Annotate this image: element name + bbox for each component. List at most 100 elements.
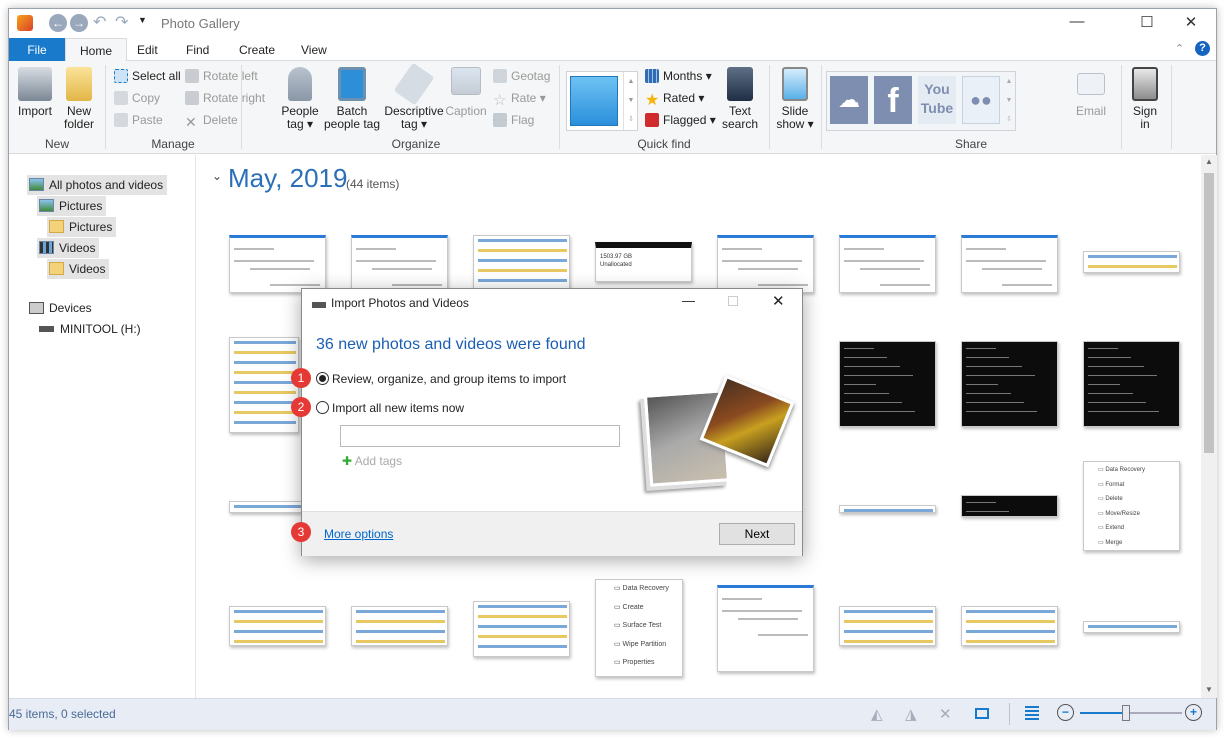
next-button[interactable]: Next bbox=[719, 523, 795, 545]
photo-thumbnail[interactable] bbox=[717, 235, 814, 293]
people-gallery[interactable]: ▲ ▼ ⇩ bbox=[566, 71, 638, 131]
people-tag-button[interactable]: People tag ▾ bbox=[277, 67, 323, 131]
tags-input[interactable] bbox=[340, 425, 620, 447]
scroll-down-icon[interactable]: ▼ bbox=[1205, 685, 1213, 694]
onedrive-icon[interactable]: ☁ bbox=[830, 76, 868, 124]
share-scroll[interactable]: ▲ ▼ ⇩ bbox=[1003, 72, 1015, 130]
tab-view[interactable]: View bbox=[287, 38, 341, 61]
rotate-left-button[interactable]: Rotate left bbox=[185, 67, 258, 87]
photo-thumbnail[interactable] bbox=[1083, 251, 1180, 273]
photo-thumbnail[interactable]: 1503.97 GB Unallocated bbox=[595, 242, 692, 282]
maximize-button[interactable]: ☐ bbox=[1127, 13, 1167, 35]
dialog-close-button[interactable]: ✕ bbox=[772, 292, 785, 310]
more-options-link[interactable]: More options bbox=[324, 527, 393, 541]
photo-thumbnail[interactable] bbox=[229, 337, 299, 433]
help-icon[interactable]: ? bbox=[1195, 41, 1210, 56]
photo-thumbnail[interactable] bbox=[229, 606, 326, 646]
rotate-left-icon[interactable]: ◭ bbox=[871, 705, 883, 723]
delete-button[interactable]: ✕ Delete bbox=[185, 111, 238, 131]
descriptive-tag-button[interactable]: Descriptive tag ▾ bbox=[383, 62, 445, 131]
photo-thumbnail[interactable] bbox=[839, 606, 936, 646]
redo-icon[interactable]: ↷ bbox=[115, 12, 128, 32]
photo-thumbnail[interactable]: ▭ Data Recovery ▭ Create ▭ Surface Test ▭ W… bbox=[595, 579, 683, 677]
sidebar-devices[interactable]: Devices bbox=[29, 301, 92, 315]
forward-icon[interactable]: → bbox=[70, 14, 88, 32]
tab-file[interactable]: File bbox=[9, 38, 65, 61]
flagged-button[interactable]: Flagged ▾ bbox=[645, 111, 716, 131]
sidebar-item-pictures[interactable]: Pictures bbox=[37, 196, 107, 216]
photo-thumbnail[interactable] bbox=[839, 505, 936, 513]
months-button[interactable]: Months ▾ bbox=[645, 67, 712, 87]
photo-thumbnail[interactable] bbox=[473, 235, 570, 293]
slide-show-button[interactable]: Slide show ▾ bbox=[773, 67, 817, 131]
photo-thumbnail[interactable]: ▭ Data Recovery ▭ Format ▭ Delete ▭ Move/Re… bbox=[1083, 461, 1180, 551]
sidebar-drive[interactable]: MINITOOL (H:) bbox=[39, 322, 141, 336]
zoom-out-icon[interactable]: − bbox=[1057, 704, 1074, 721]
flickr-icon[interactable]: ●● bbox=[962, 76, 1000, 124]
tab-edit[interactable]: Edit bbox=[123, 38, 172, 61]
rated-button[interactable]: ★ Rated ▾ bbox=[645, 89, 704, 109]
photo-thumbnail[interactable] bbox=[717, 585, 814, 672]
add-tags-button[interactable]: ✚ Add tags bbox=[342, 454, 402, 468]
dialog-minimize-button[interactable]: — bbox=[682, 293, 695, 308]
back-icon[interactable]: ← bbox=[49, 14, 67, 32]
details-view-icon[interactable] bbox=[1025, 706, 1039, 720]
geotag-button[interactable]: Geotag bbox=[493, 67, 550, 87]
sidebar-item-videos-folder[interactable]: Videos bbox=[47, 259, 110, 279]
slideshow-icon[interactable] bbox=[975, 708, 989, 719]
radio-review-organize[interactable]: Review, organize, and group items to imp… bbox=[316, 372, 566, 386]
thumbnail-bar bbox=[966, 630, 1055, 633]
caption-button[interactable]: Caption bbox=[445, 67, 487, 118]
scroll-up-icon[interactable]: ▲ bbox=[1205, 157, 1213, 166]
photo-thumbnail[interactable] bbox=[1083, 621, 1180, 633]
sign-in-button[interactable]: Sign in bbox=[1125, 67, 1165, 131]
sidebar-item-all-photos-and-videos[interactable]: All photos and videos bbox=[27, 175, 168, 195]
delete-icon[interactable]: ✕ bbox=[939, 705, 952, 723]
rotate-right-button[interactable]: Rotate right bbox=[185, 89, 265, 109]
new-folder-button[interactable]: New folder bbox=[59, 67, 99, 131]
photo-thumbnail[interactable] bbox=[473, 601, 570, 657]
customize-toolbar-icon[interactable]: ▼ bbox=[138, 15, 147, 25]
photo-thumbnail[interactable] bbox=[839, 341, 936, 427]
undo-icon[interactable]: ↶ bbox=[93, 12, 106, 32]
radio-import-all[interactable]: Import all new items now bbox=[316, 401, 464, 415]
tab-create[interactable]: Create bbox=[225, 38, 289, 61]
tab-find[interactable]: Find bbox=[172, 38, 223, 61]
rotate-right-icon[interactable]: ◮ bbox=[905, 705, 917, 723]
zoom-in-icon[interactable]: + bbox=[1185, 704, 1202, 721]
photo-thumbnail[interactable] bbox=[839, 235, 936, 293]
photo-thumbnail[interactable] bbox=[1083, 341, 1180, 427]
sidebar-item-pictures-folder[interactable]: Pictures bbox=[47, 217, 117, 237]
photo-thumbnail[interactable] bbox=[961, 235, 1058, 293]
select-all-button[interactable]: Select all bbox=[114, 67, 181, 87]
text-search-button[interactable]: Text search bbox=[719, 67, 761, 131]
photo-thumbnail[interactable] bbox=[229, 235, 326, 293]
batch-people-tag-button[interactable]: Batch people tag bbox=[323, 67, 381, 131]
email-button[interactable]: Email bbox=[1071, 67, 1111, 118]
zoom-slider[interactable] bbox=[1080, 705, 1182, 721]
photo-thumbnail[interactable] bbox=[351, 606, 448, 646]
title-bar: ← → ↶ ↷ ▼ Photo Gallery — ☐ ✕ bbox=[9, 9, 1216, 38]
minimize-button[interactable]: — bbox=[1057, 13, 1097, 35]
photo-thumbnail[interactable] bbox=[351, 235, 448, 293]
flag-button[interactable]: Flag bbox=[493, 111, 534, 131]
close-button[interactable]: ✕ bbox=[1171, 13, 1211, 35]
rate-button[interactable]: ☆ Rate ▾ bbox=[493, 89, 546, 109]
gallery-scroll[interactable]: ▲ ▼ ⇩ bbox=[623, 72, 638, 130]
copy-button[interactable]: Copy bbox=[114, 89, 160, 109]
photo-thumbnail[interactable] bbox=[961, 341, 1058, 427]
tab-home[interactable]: Home bbox=[65, 38, 128, 62]
dialog-maximize-button[interactable] bbox=[728, 296, 738, 306]
paste-button[interactable]: Paste bbox=[114, 111, 163, 131]
youtube-icon[interactable]: You Tube bbox=[918, 76, 956, 124]
vertical-scrollbar[interactable]: ▲ ▼ bbox=[1201, 155, 1217, 698]
facebook-icon[interactable]: f bbox=[874, 76, 912, 124]
zoom-slider-thumb[interactable] bbox=[1121, 705, 1130, 721]
import-button[interactable]: Import bbox=[15, 67, 55, 118]
photo-thumbnail[interactable] bbox=[961, 606, 1058, 646]
collapse-group-icon[interactable]: ⌄ bbox=[212, 169, 222, 183]
collapse-ribbon-icon[interactable]: ⌃ bbox=[1175, 42, 1184, 55]
sidebar-item-videos[interactable]: Videos bbox=[37, 238, 100, 258]
photo-thumbnail[interactable] bbox=[961, 495, 1058, 517]
scroll-thumb[interactable] bbox=[1204, 173, 1214, 453]
